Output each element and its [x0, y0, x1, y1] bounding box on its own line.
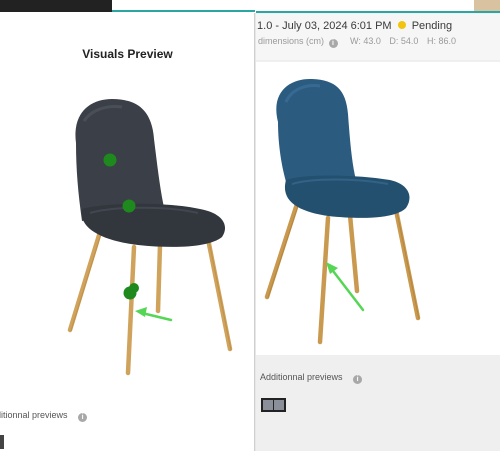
- right-topbar: [256, 0, 500, 13]
- version-info: .1.0 - July 03, 2024 6:01 PM Pending: [254, 20, 452, 32]
- thumbnail-frame: [263, 400, 273, 410]
- additional-previews-label: ditionnal previews: [0, 410, 68, 420]
- additional-previews-section: Additionnal previews i: [260, 372, 366, 384]
- topbar-accent: [112, 10, 255, 12]
- thumbnail-frame: [274, 400, 284, 410]
- dimension-width: W: 43.0: [350, 36, 381, 46]
- additional-previews-section: ditionnal previews i: [0, 410, 91, 422]
- status-dot-icon: [397, 21, 406, 29]
- dimensions-label: dimensions (cm): [258, 36, 325, 46]
- preview-thumbnail[interactable]: [261, 398, 286, 412]
- left-topbar: [0, 0, 255, 12]
- visuals-preview-panel: Visuals Preview ditionnal previews i: [0, 13, 255, 451]
- dimension-height: H: 86.0: [426, 36, 456, 46]
- app-root: .1.0 - July 03, 2024 6:01 PM Pending dim…: [0, 0, 500, 451]
- right-preview-panel: .1.0 - July 03, 2024 6:01 PM Pending dim…: [254, 0, 500, 451]
- product-image: [256, 62, 500, 355]
- annotation-marker[interactable]: [103, 153, 117, 167]
- info-icon[interactable]: i: [328, 39, 338, 48]
- preview-thumbnail[interactable]: [0, 435, 4, 449]
- additional-previews-label: Additionnal previews: [260, 372, 343, 382]
- topbar-accent: [256, 11, 500, 13]
- grey-chair-image: [67, 99, 233, 376]
- info-icon[interactable]: i: [78, 413, 88, 422]
- model-meta: .1.0 - July 03, 2024 6:01 PM Pending dim…: [254, 14, 500, 60]
- status-label: Pending: [411, 20, 453, 32]
- dimensions-info: dimensions (cm) i W: 43.0 D: 54.0 H: 86.…: [258, 36, 456, 48]
- info-icon[interactable]: i: [353, 375, 363, 384]
- blue-chair-image: [264, 78, 421, 345]
- annotation-marker[interactable]: [129, 283, 139, 293]
- dimension-depth: D: 54.0: [389, 36, 419, 46]
- annotation-arrow: [135, 307, 173, 322]
- version-text: .1.0 - July 03, 2024 6:01 PM: [254, 20, 392, 32]
- annotation-marker[interactable]: [122, 199, 136, 213]
- topbar-dark-strip: [0, 0, 112, 12]
